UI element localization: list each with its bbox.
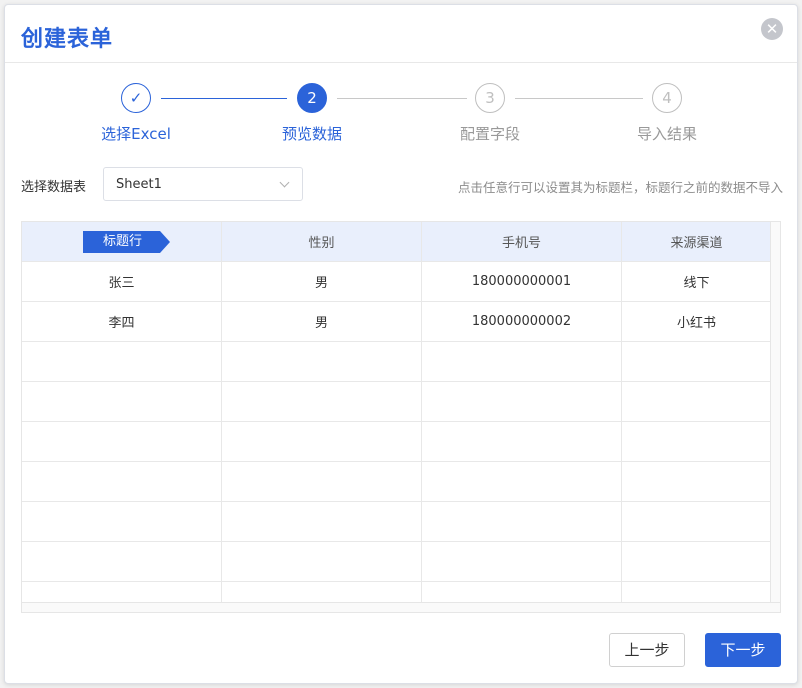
table-cell: 李四 [22,302,222,341]
table-row-empty[interactable] [22,502,772,542]
preview-table: 标题行 性别 手机号 来源渠道 张三 男 180000000001 线下 李四 … [21,221,781,613]
table-cell [422,542,622,581]
table-cell [222,422,422,461]
table-cell [222,582,422,604]
vertical-scrollbar[interactable] [770,222,780,604]
table-cell [22,422,222,461]
step-configure-fields: 3 配置字段 [430,83,550,144]
step-select-excel: ✓ 选择Excel [76,83,196,144]
table-cell [422,342,622,381]
table-cell [222,382,422,421]
header-cell: 性别 [222,222,422,261]
table-row[interactable]: 李四 男 180000000002 小红书 [22,302,772,342]
table-cell [222,542,422,581]
sheet-select-value: Sheet1 [116,177,162,192]
step-number: 4 [652,83,682,113]
header-row-hint: 点击任意行可以设置其为标题栏，标题行之前的数据不导入 [457,180,783,195]
step-label: 配置字段 [459,125,520,143]
header-row-tag: 标题行 [82,230,171,253]
previous-step-button[interactable]: 上一步 [609,633,685,667]
table-cell [422,422,622,461]
step-number: 3 [475,83,505,113]
table-cell [422,502,622,541]
table-cell [622,422,772,461]
step-label: 预览数据 [281,125,342,143]
table-cell [22,382,222,421]
table-cell [622,382,772,421]
table-cell [222,342,422,381]
header-cell: 标题行 [22,222,222,261]
table-cell: 男 [222,302,422,341]
table-header-row[interactable]: 标题行 性别 手机号 来源渠道 [22,222,772,262]
dialog-header: 创建表单 ✕ [5,5,797,63]
header-cell: 手机号 [422,222,622,261]
table-cell [622,462,772,501]
table-cell: 小红书 [622,302,772,341]
table-row-empty[interactable] [22,342,772,382]
table-cell [622,542,772,581]
table-cell [222,502,422,541]
sheet-select-label: 选择数据表 [21,180,87,195]
table-cell: 男 [222,262,422,301]
table-cell: 180000000002 [422,302,622,341]
chevron-down-icon [279,177,290,188]
table-cell [22,582,222,604]
header-cell: 来源渠道 [622,222,772,261]
table-row-empty[interactable] [22,542,772,582]
sheet-select[interactable]: Sheet1 [103,167,303,201]
table-row-empty[interactable] [22,382,772,422]
check-icon: ✓ [121,83,151,113]
table-cell: 张三 [22,262,222,301]
preview-table-body: 标题行 性别 手机号 来源渠道 张三 男 180000000001 线下 李四 … [22,222,772,604]
table-cell [622,342,772,381]
table-cell [622,502,772,541]
sheet-select-row: 选择数据表 Sheet1 点击任意行可以设置其为标题栏，标题行之前的数据不导入 [21,167,783,203]
table-cell [622,582,772,604]
table-row-empty[interactable] [22,582,772,604]
table-cell: 线下 [622,262,772,301]
table-cell [422,462,622,501]
table-cell [22,462,222,501]
steps-indicator: ✓ 选择Excel 2 预览数据 3 配置字段 4 导入结果 [5,83,799,153]
table-cell [22,502,222,541]
dialog-title: 创建表单 [21,27,114,52]
step-label: 选择Excel [101,125,171,143]
table-cell [422,582,622,604]
close-icon[interactable]: ✕ [761,18,783,40]
step-preview-data: 2 预览数据 [252,83,372,144]
table-row-empty[interactable] [22,462,772,502]
table-row[interactable]: 张三 男 180000000001 线下 [22,262,772,302]
create-form-dialog: 创建表单 ✕ ✓ 选择Excel 2 预览数据 3 配置字段 4 导入结果 选择… [4,4,798,684]
table-row-empty[interactable] [22,422,772,462]
table-cell [422,382,622,421]
table-cell [22,542,222,581]
step-number: 2 [297,83,327,113]
step-label: 导入结果 [636,125,697,143]
table-cell [22,342,222,381]
step-import-result: 4 导入结果 [607,83,727,144]
next-step-button[interactable]: 下一步 [705,633,781,667]
table-cell [222,462,422,501]
table-cell: 180000000001 [422,262,622,301]
horizontal-scrollbar[interactable] [22,602,780,612]
